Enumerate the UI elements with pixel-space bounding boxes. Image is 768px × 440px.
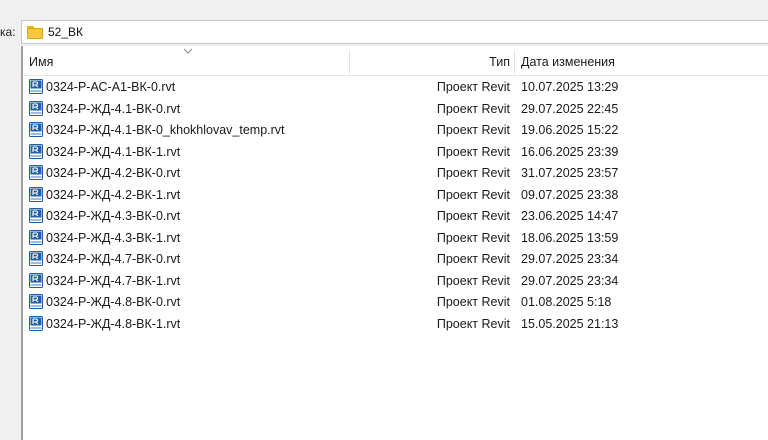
file-row[interactable]: 0324-Р-ЖД-4.2-ВК-1.rvt Проект Revit 09.07.… — [23, 184, 768, 206]
file-date: 09.07.2025 23:38 — [521, 187, 619, 202]
file-row[interactable]: 0324-Р-ЖД-4.7-ВК-0.rvt Проект Revit 29.07.… — [23, 248, 768, 270]
file-date: 16.06.2025 23:39 — [521, 144, 619, 159]
file-date: 31.07.2025 23:57 — [521, 166, 619, 180]
file-date: 29.07.2025 22:45 — [521, 101, 619, 116]
file-row[interactable]: 0324-Р-ЖД-4.7-ВК-1.rvt Проект Revit 29.07.… — [23, 270, 768, 292]
file-type: Проект Revit — [436, 230, 510, 245]
file-name: 0324-Р-ЖД-4.7-ВК-0.rvt — [46, 252, 181, 266]
file-list: Имя Тип Дата изменения 0324-Р-АС-А1-ВК-0… — [23, 46, 768, 440]
revit-file-icon — [29, 251, 43, 266]
file-type: Проект Revit — [436, 252, 510, 266]
revit-file-icon — [29, 229, 43, 245]
file-name: 0324-Р-ЖД-4.8-ВК-1.rvt — [46, 316, 181, 331]
revit-file-icon — [29, 208, 43, 223]
revit-file-icon — [29, 143, 43, 159]
revit-file-icon — [29, 100, 43, 116]
file-date: 29.07.2025 23:34 — [521, 252, 619, 266]
sort-caret-icon — [183, 48, 193, 54]
revit-file-icon — [29, 315, 43, 331]
column-header-date[interactable]: Дата изменения — [521, 55, 615, 69]
revit-file-icon — [29, 79, 43, 94]
file-row[interactable]: 0324-Р-ЖД-4.1-ВК-0.rvt Проект Revit 29.07.… — [23, 98, 768, 120]
file-browser: ка: 52_ВК Имя Тип Дата изменения 0324-Р-… — [0, 0, 768, 440]
file-type: Проект Revit — [436, 273, 510, 288]
file-name: 0324-Р-ЖД-4.1-ВК-0_khokhlovav_temp.rvt — [46, 123, 285, 137]
file-date: 18.06.2025 13:59 — [521, 230, 619, 245]
folder-icon — [27, 25, 43, 39]
file-date: 23.06.2025 14:47 — [521, 209, 619, 223]
column-divider[interactable] — [349, 50, 350, 74]
path-folder-name: 52_ВК — [48, 25, 84, 39]
file-type: Проект Revit — [436, 316, 510, 331]
column-header-type[interactable]: Тип — [489, 55, 510, 69]
file-type: Проект Revit — [436, 295, 510, 309]
list-header: Имя Тип Дата изменения — [23, 46, 768, 76]
file-row[interactable]: 0324-Р-ЖД-4.1-ВК-1.rvt Проект Revit 16.06.… — [23, 141, 768, 163]
file-row[interactable]: 0324-Р-АС-А1-ВК-0.rvt Проект Revit 10.07.2… — [23, 76, 768, 98]
column-divider[interactable] — [514, 50, 515, 74]
file-type: Проект Revit — [436, 80, 510, 94]
file-type: Проект Revit — [436, 144, 510, 159]
file-type: Проект Revit — [436, 101, 510, 116]
revit-file-icon — [29, 122, 43, 137]
revit-file-icon — [29, 186, 43, 202]
file-name: 0324-Р-ЖД-4.3-ВК-1.rvt — [46, 230, 181, 245]
file-rows: 0324-Р-АС-А1-ВК-0.rvt Проект Revit 10.07.2… — [23, 76, 768, 334]
path-label: ка: — [0, 25, 16, 39]
revit-file-icon — [29, 294, 43, 309]
file-row[interactable]: 0324-Р-ЖД-4.8-ВК-1.rvt Проект Revit 15.05.… — [23, 313, 768, 335]
file-name: 0324-Р-ЖД-4.1-ВК-0.rvt — [46, 101, 181, 116]
file-date: 29.07.2025 23:34 — [521, 273, 619, 288]
file-date: 15.05.2025 21:13 — [521, 316, 619, 331]
file-row[interactable]: 0324-Р-ЖД-4.1-ВК-0_khokhlovav_temp.rvt Пр… — [23, 119, 768, 141]
file-name: 0324-Р-ЖД-4.7-ВК-1.rvt — [46, 273, 181, 288]
file-name: 0324-Р-ЖД-4.1-ВК-1.rvt — [46, 144, 181, 159]
file-name: 0324-Р-ЖД-4.2-ВК-0.rvt — [46, 166, 181, 180]
file-type: Проект Revit — [436, 209, 510, 223]
path-input[interactable]: 52_ВК — [21, 20, 768, 44]
file-type: Проект Revit — [436, 123, 510, 137]
file-name: 0324-Р-ЖД-4.2-ВК-1.rvt — [46, 187, 181, 202]
file-row[interactable]: 0324-Р-ЖД-4.3-ВК-0.rvt Проект Revit 23.06.… — [23, 205, 768, 227]
left-pane-edge — [0, 46, 23, 440]
file-name: 0324-Р-ЖД-4.8-ВК-0.rvt — [46, 295, 181, 309]
revit-file-icon — [29, 165, 43, 180]
file-row[interactable]: 0324-Р-ЖД-4.3-ВК-1.rvt Проект Revit 18.06.… — [23, 227, 768, 249]
column-header-name[interactable]: Имя — [29, 55, 53, 69]
file-date: 19.06.2025 15:22 — [521, 123, 619, 137]
file-date: 01.08.2025 5:18 — [521, 295, 612, 309]
revit-file-icon — [29, 272, 43, 288]
file-date: 10.07.2025 13:29 — [521, 80, 619, 94]
file-row[interactable]: 0324-Р-ЖД-4.8-ВК-0.rvt Проект Revit 01.08.… — [23, 291, 768, 313]
file-type: Проект Revit — [436, 187, 510, 202]
file-row[interactable]: 0324-Р-ЖД-4.2-ВК-0.rvt Проект Revit 31.07.… — [23, 162, 768, 184]
file-name: 0324-Р-ЖД-4.3-ВК-0.rvt — [46, 209, 181, 223]
file-name: 0324-Р-АС-А1-ВК-0.rvt — [46, 80, 176, 94]
file-type: Проект Revit — [436, 166, 510, 180]
